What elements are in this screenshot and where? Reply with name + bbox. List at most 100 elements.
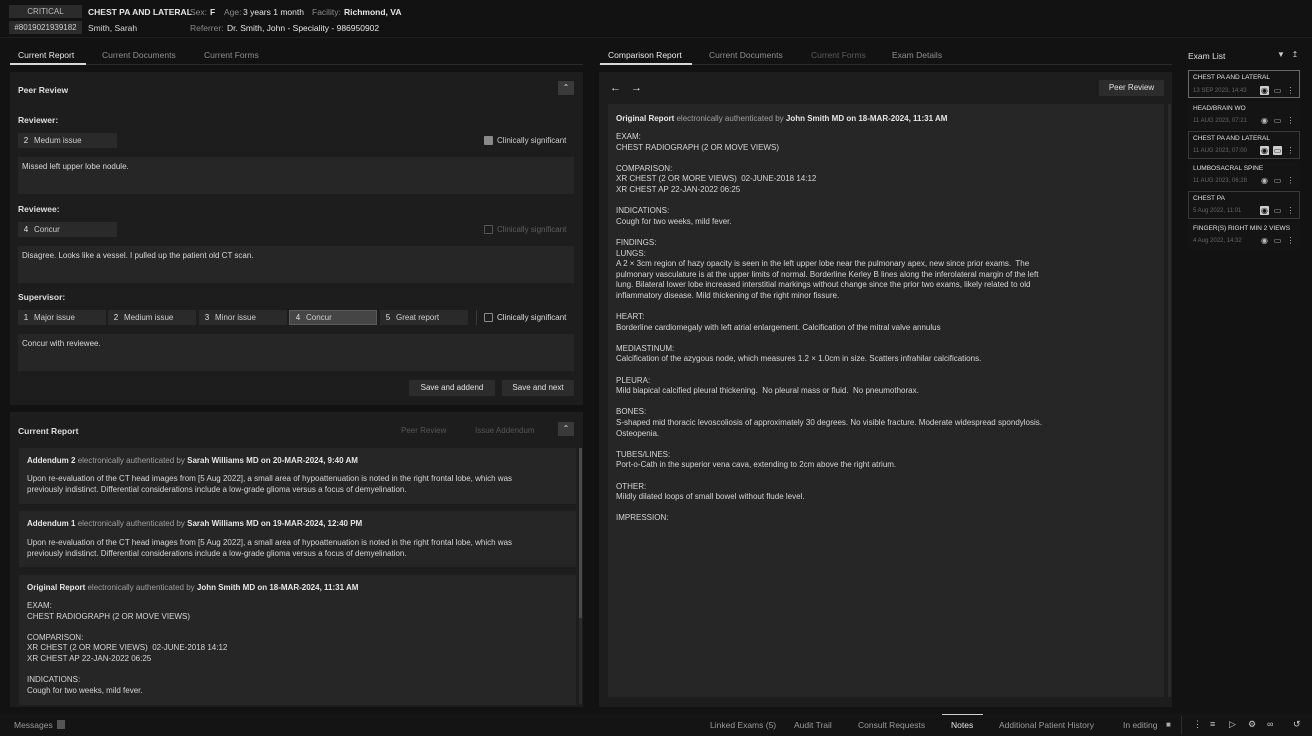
save-and-next-button[interactable]: Save and next [502,380,574,396]
comparison-scrollbar[interactable] [1168,104,1171,697]
author-date: Sarah Williams MD on 20-MAR-2024, 9:40 A… [187,456,358,465]
messages-link[interactable]: Messages [14,720,53,730]
current-report-scroll-thumb[interactable] [579,448,582,618]
exam-item-name: CHEST PA AND LATERAL [1193,74,1270,81]
tab-comparison-report[interactable]: Comparison Report [608,50,682,64]
age-value: 3 years 1 month [243,7,304,17]
option-label: Minor issue [215,313,256,322]
notes-active-indicator [942,714,983,715]
tab-current-report[interactable]: Current Report [18,50,74,64]
more-icon[interactable]: ⋮ [1286,116,1295,125]
option-number: 3 [204,313,210,322]
view-eye-icon[interactable]: ◉ [1260,116,1269,125]
tab-notes[interactable]: Notes [951,720,973,730]
exam-item-date: 5 Aug 2022, 11:01 [1193,208,1242,214]
filter-icon[interactable]: ▼ [1276,50,1286,60]
collapse-current-report-button[interactable]: ⌃ [558,422,574,436]
left-tab-divider [10,64,583,65]
upload-icon[interactable]: ↥ [1290,50,1300,60]
addendum-2-header: Addendum 2 electronically authenticated … [27,456,358,465]
checklist-icon[interactable]: ≡ [1210,719,1215,729]
comparison-report-header: Original Report electronically authentic… [616,114,947,123]
send-icon[interactable]: ▷ [1229,719,1236,730]
author-date: John Smith MD on 18-MAR-2024, 11:31 AM [196,583,359,592]
supervisor-option-1[interactable]: 1 Major issue [18,310,106,325]
auth-text: electronically authenticated by [77,519,185,528]
tab-comparison-documents[interactable]: Current Documents [709,50,783,64]
message-count-icon [57,720,65,729]
undo-icon[interactable]: ↺ [1293,719,1301,730]
view-eye-icon[interactable]: ◉ [1260,176,1269,185]
reviewee-label: Reviewee: [18,204,60,214]
tab-linked-exams[interactable]: Linked Exams (5) [710,720,776,730]
auth-text: electronically authenticated by [77,456,185,465]
supervisor-option-2[interactable]: 2 Medium issue [108,310,196,325]
tab-current-forms[interactable]: Current Forms [204,50,259,64]
more-icon[interactable]: ⋮ [1286,146,1295,155]
document-icon[interactable]: ▭ [1273,176,1282,185]
tab-comparison-forms[interactable]: Current Forms [811,50,866,64]
mrn-badge[interactable]: #8019021939182 [9,21,82,34]
reviewee-score: 4 Concur [18,222,117,237]
supervisor-comment-field[interactable] [18,334,574,371]
current-report-title: Current Report [18,426,79,436]
more-vertical-icon[interactable]: ⋮ [1193,719,1202,730]
addendum-title: Addendum 2 [27,456,76,465]
bottom-bar [0,713,1312,736]
settings-icon[interactable]: ⚙ [1248,719,1256,730]
age-label: Age: [224,7,242,17]
forward-arrow-icon[interactable]: → [631,82,643,94]
more-icon[interactable]: ⋮ [1286,86,1295,95]
exam-item-name: LUMBOSACRAL SPINE [1193,165,1264,172]
more-icon[interactable]: ⋮ [1286,236,1295,245]
save-and-addend-button[interactable]: Save and addend [409,380,495,396]
document-icon[interactable]: ▭ [1273,116,1282,125]
supervisor-clinically-significant-label: Clinically significant [497,313,567,322]
status-badge: CRITICAL [9,5,82,18]
back-arrow-icon[interactable]: ← [610,82,622,94]
supervisor-option-4[interactable]: 4 Concur [289,310,377,325]
addendum-1-body: Upon re-evaluation of the CT head images… [27,538,513,558]
supervisor-clinically-significant-checkbox[interactable] [484,313,493,322]
document-icon[interactable]: ▭ [1273,146,1282,155]
issue-addendum-link[interactable]: Issue Addendum [475,426,535,435]
original-title: Original Report [616,114,675,123]
tab-exam-details[interactable]: Exam Details [892,50,942,64]
comparison-peer-review-button[interactable]: Peer Review [1099,80,1164,96]
collapse-peer-review-button[interactable]: ⌃ [558,81,574,95]
document-icon[interactable]: ▭ [1273,236,1282,245]
supervisor-comment-text: Concur with reviewee. [22,339,101,348]
exam-item-name: HEAD/BRAIN WO [1193,105,1246,112]
peer-review-link[interactable]: Peer Review [401,426,446,435]
original-report-body: EXAM: CHEST RADIOGRAPH (2 OR MOVE VIEWS)… [27,601,228,695]
option-number: 4 [295,313,301,322]
view-eye-icon[interactable]: ◉ [1260,206,1269,215]
exam-item-name: CHEST PA [1193,195,1225,202]
original-report-header: Original Report electronically authentic… [27,583,358,592]
view-eye-icon[interactable]: ◉ [1260,86,1269,95]
more-icon[interactable]: ⋮ [1286,206,1295,215]
supervisor-option-5[interactable]: 5 Great report [380,310,468,325]
document-icon[interactable]: ▭ [1273,206,1282,215]
auth-text: electronically authenticated by [676,114,784,123]
link-icon[interactable]: ∞ [1267,719,1273,729]
exam-item-date: 11 AUG 2023, 07:21 [1193,118,1247,124]
tab-additional-patient-history[interactable]: Additional Patient History [999,720,1094,730]
view-eye-icon[interactable]: ◉ [1260,236,1269,245]
reviewer-label: Reviewer: [18,115,59,125]
tab-current-documents[interactable]: Current Documents [102,50,176,64]
document-icon[interactable]: ▭ [1273,86,1282,95]
option-label: Medium issue [124,313,174,322]
bottom-divider [1181,716,1182,734]
auth-text: electronically authenticated by [87,583,195,592]
supervisor-option-3[interactable]: 3 Minor issue [199,310,287,325]
right-active-tab-indicator [600,63,692,65]
reviewee-score-label: Concur [34,225,60,234]
peer-review-title: Peer Review [18,85,69,95]
tab-audit-trail[interactable]: Audit Trail [794,720,832,730]
tab-consult-requests[interactable]: Consult Requests [858,720,925,730]
exam-item-name: CHEST PA AND LATERAL [1193,135,1270,142]
view-eye-icon[interactable]: ◉ [1260,146,1269,155]
facility-label: Facility: [312,7,341,17]
more-icon[interactable]: ⋮ [1286,176,1295,185]
